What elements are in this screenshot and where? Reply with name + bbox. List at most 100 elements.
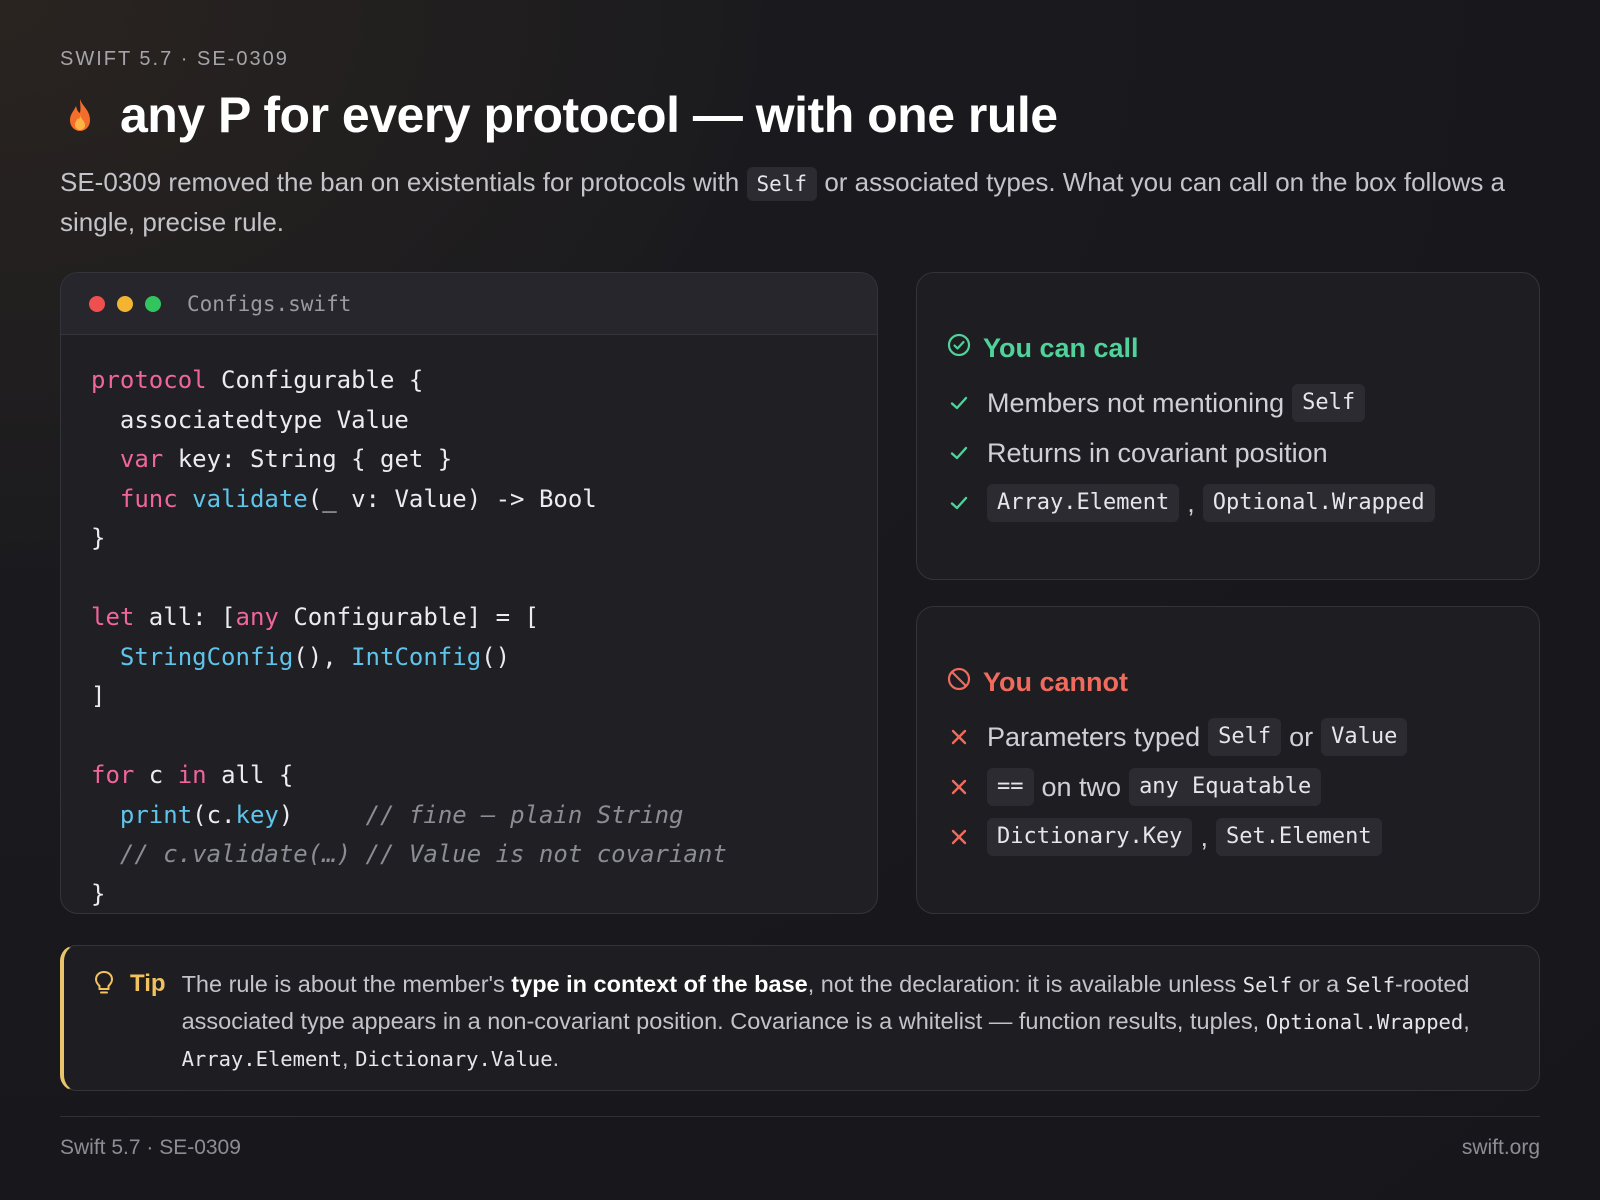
tip-text-7: . [552, 1045, 560, 1071]
x-icon [947, 828, 971, 846]
code-token: print [119, 800, 193, 829]
tip-code-array: Array.Element [181, 1047, 343, 1071]
footer-divider [60, 1116, 1540, 1117]
code-line: protocol Configurable { [91, 361, 847, 401]
cannot-list: Parameters typed Self or Value == on two any E… [947, 712, 1509, 862]
tip-code-self-2: Self [1345, 973, 1396, 997]
code-line: let all: [any Configurable] = [ [91, 598, 847, 638]
code-chip: any Equatable [1129, 768, 1322, 806]
code-line: // c.validate(…) // Value is not covaria… [91, 835, 847, 875]
x-icon [947, 778, 971, 796]
code-token: key: String { get } [163, 445, 453, 473]
list-item-text: Parameters typed [987, 721, 1201, 752]
footer-link[interactable]: swift.org [1462, 1136, 1540, 1160]
prohibited-icon [947, 667, 971, 698]
code-token: // c.validate(…) // Value is not covaria… [119, 840, 727, 868]
lede-code: Self [746, 167, 818, 202]
code-token: (c. [192, 800, 236, 829]
code-line: var key: String { get } [91, 440, 847, 480]
tip-text-1: The rule is about the member's [181, 971, 512, 997]
code-line: StringConfig(), IntConfig() [91, 638, 847, 678]
code-body: protocol Configurable { associatedtype V… [61, 335, 877, 914]
code-token: for [91, 761, 135, 789]
minimize-dot-icon[interactable] [117, 295, 133, 312]
lede-text-1: SE-0309 removed the ban on existentials … [60, 167, 740, 197]
code-chip: Dictionary.Key [987, 818, 1193, 856]
close-dot-icon[interactable] [89, 295, 105, 312]
list-item: Members not mentioning Self [947, 378, 1509, 428]
code-line: func validate(_ v: Value) -> Bool [91, 480, 847, 520]
code-line: } [91, 519, 847, 559]
cannot-panel: You cannot Parameters typed Self or Value ==… [916, 606, 1540, 914]
code-chip: Self [1208, 718, 1282, 756]
code-chip: == [987, 768, 1034, 806]
code-line: ] [91, 677, 847, 717]
can-call-panel: You can call Members not mentioning Self R… [916, 272, 1540, 580]
list-item-text: Members not mentioning [987, 387, 1285, 418]
code-token: } [91, 524, 106, 552]
code-token: var [119, 445, 164, 473]
list-item: Dictionary.Key, Set.Element [947, 812, 1509, 862]
code-token: func [119, 484, 178, 513]
code-token: key [235, 800, 279, 829]
code-token: c [134, 761, 178, 789]
cannot-title: You cannot [983, 667, 1128, 697]
lightbulb-icon [94, 966, 114, 1090]
maximize-dot-icon[interactable] [145, 295, 161, 312]
code-chip: Self [1292, 384, 1366, 422]
list-item: Parameters typed Self or Value [947, 712, 1509, 762]
code-token: all { [206, 761, 294, 789]
check-icon [947, 493, 971, 513]
code-token: (_ v: Value) -> Bool [307, 484, 597, 513]
tip-callout: Tip The rule is about the member's type … [60, 945, 1540, 1091]
list-item-text: Returns in covariant position [987, 437, 1328, 468]
check-circle-icon [947, 333, 971, 364]
code-token: Configurable] = [ [278, 603, 539, 631]
code-line: for c in all { [91, 756, 847, 796]
check-icon [947, 393, 971, 413]
tip-code-optional: Optional.Wrapped [1265, 1010, 1464, 1034]
code-token: protocol [91, 366, 207, 394]
can-call-list: Members not mentioning Self Returns in cov… [947, 378, 1509, 528]
list-item: == on two any Equatable [947, 762, 1509, 812]
list-item-text: or [1289, 721, 1314, 752]
page-title: any P for every protocol — with one rule [120, 87, 1058, 143]
list-item: Returns in covariant position [947, 428, 1509, 478]
code-token: ] [91, 682, 106, 710]
code-token: validate [192, 484, 308, 513]
list-item-text: on two [1041, 771, 1122, 802]
code-chip: Value [1321, 718, 1408, 756]
code-line: print(c.key) // fine — plain String [91, 796, 847, 836]
tip-bold: type in context of the base [511, 971, 808, 997]
code-chip: Optional.Wrapped [1202, 484, 1435, 522]
tip-label: Tip [130, 970, 166, 997]
list-item-text: , [1187, 487, 1195, 518]
lede: SE-0309 removed the ban on existentials … [60, 162, 1540, 242]
code-token: () [481, 642, 511, 671]
code-filename: Configs.swift [187, 291, 352, 316]
code-line: } [91, 875, 847, 914]
code-token: all: [ [134, 603, 236, 631]
list-item: Array.Element, Optional.Wrapped [947, 478, 1509, 528]
code-window-titlebar: Configs.swift [61, 273, 877, 335]
code-token: IntConfig [351, 642, 482, 671]
check-icon [947, 443, 971, 463]
can-call-heading: You can call [947, 333, 1509, 364]
code-token: } [91, 879, 106, 908]
tip-text-6: , [342, 1045, 356, 1071]
cannot-heading: You cannot [947, 667, 1509, 698]
flame-icon [60, 91, 100, 139]
code-token: in [177, 761, 207, 789]
tip-code-self-1: Self [1242, 973, 1293, 997]
code-token: StringConfig [119, 642, 294, 671]
tip-text-3: or a [1292, 971, 1346, 997]
code-token: let [91, 603, 135, 631]
code-token: // fine — plain String [365, 800, 684, 829]
code-token: associatedtype Value [91, 405, 409, 434]
